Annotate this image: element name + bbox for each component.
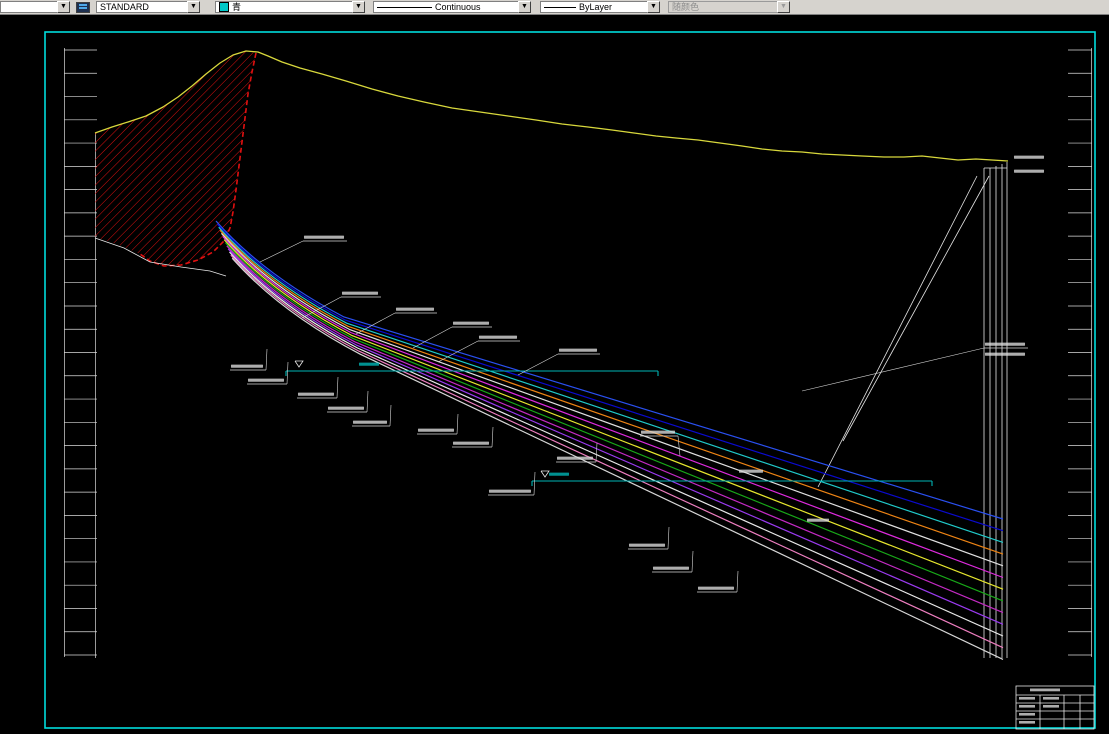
label-leader [691,550,694,573]
title-block-text [1043,697,1059,700]
text-style-combo-field[interactable]: STANDARD [96,1,187,13]
label-leader [366,390,369,413]
linetype-sample-icon [377,6,432,8]
linetype-combo[interactable]: Continuous ▼ [373,1,531,13]
label-text [418,428,454,432]
profile-11 [229,251,1004,637]
label-text [557,456,593,460]
profile-09 [226,245,1004,614]
label-leader [265,348,268,371]
title-block-text [1019,721,1035,724]
chevron-down-icon[interactable]: ▼ [352,1,365,13]
label-leader [736,570,739,593]
plot-style-combo-field: 随颜色 [668,1,777,13]
excavation-hatch [95,51,256,266]
label-text [231,364,263,368]
label-text [453,321,489,325]
chevron-down-icon[interactable]: ▼ [518,1,531,13]
label-leader [456,413,459,435]
label-text [653,566,689,570]
label-leader [677,435,681,457]
water-level-symbol [294,360,304,368]
label-text [248,378,284,382]
label-leader [595,442,598,463]
lineweight-combo-label: ByLayer [579,2,613,12]
linetype-combo-field[interactable]: Continuous [373,1,518,13]
unnamed-combo[interactable]: ▼ [0,1,70,13]
label-text [359,362,379,366]
label-text [304,235,344,239]
label-leader [517,353,559,376]
lineweight-combo[interactable]: ByLayer ▼ [540,1,660,13]
label-leader [533,471,536,496]
linetype-combo-label: Continuous [435,2,481,12]
label-text [1014,169,1044,173]
lineweight-combo-field[interactable]: ByLayer [540,1,647,13]
label-text [807,518,829,522]
title-block [1015,685,1095,730]
chevron-down-icon[interactable]: ▼ [647,1,660,13]
label-text [298,392,334,396]
label-text [559,348,597,352]
label-leader [412,326,453,349]
profile-08 [225,242,1004,602]
label-text [479,335,517,339]
dimension-line [817,175,978,488]
chevron-down-icon[interactable]: ▼ [57,1,70,13]
title-block-text [1019,697,1035,700]
label-text [453,441,489,445]
label-text [739,469,763,473]
label-text [641,430,675,434]
label-text [489,489,531,493]
label-text [985,342,1025,346]
label-text [328,406,364,410]
profile-02 [216,223,1004,532]
annotation-labels [230,155,1044,593]
color-combo-field[interactable]: 青 [215,1,352,13]
profile-10 [227,248,1004,625]
label-text [629,543,665,547]
water-level-symbol [540,470,550,478]
unnamed-combo-field[interactable] [0,1,57,13]
label-text [985,352,1025,356]
profile-01 [215,220,1004,520]
title-block-text [1019,713,1035,716]
color-swatch [219,2,229,12]
label-leader [667,526,670,550]
title-block-text [1043,705,1059,708]
label-text [698,586,734,590]
title-block-text [1019,705,1035,708]
label-leader [259,240,304,263]
chevron-down-icon: ▼ [777,1,790,13]
chevron-down-icon[interactable]: ▼ [187,1,200,13]
plot-style-combo: 随颜色 ▼ [668,1,790,13]
label-leader [286,361,289,385]
properties-toolbar: ▼ STANDARD ▼ 青 ▼ Continuous ▼ ByLayer ▼ … [0,0,1109,15]
label-leader [801,347,985,392]
label-text [342,291,378,295]
right-structure [817,162,1008,658]
text-style-combo[interactable]: STANDARD ▼ [96,1,200,13]
label-text [1014,155,1044,159]
dimension-line [842,175,990,442]
profile-03 [218,226,1004,543]
label-leader [491,426,494,448]
lineweight-sample-icon [544,6,576,8]
label-text [549,472,569,476]
text-style-manager-icon[interactable] [76,2,90,13]
color-combo[interactable]: 青 ▼ [215,1,365,13]
label-text [396,307,434,311]
title-block-text [1030,688,1060,692]
profile-lines [215,220,1004,660]
drawing-canvas[interactable] [0,0,1109,734]
color-combo-label: 青 [232,2,242,12]
label-text [353,420,387,424]
label-leader [336,376,339,399]
label-leader [389,404,392,427]
profile-07 [223,239,1004,590]
